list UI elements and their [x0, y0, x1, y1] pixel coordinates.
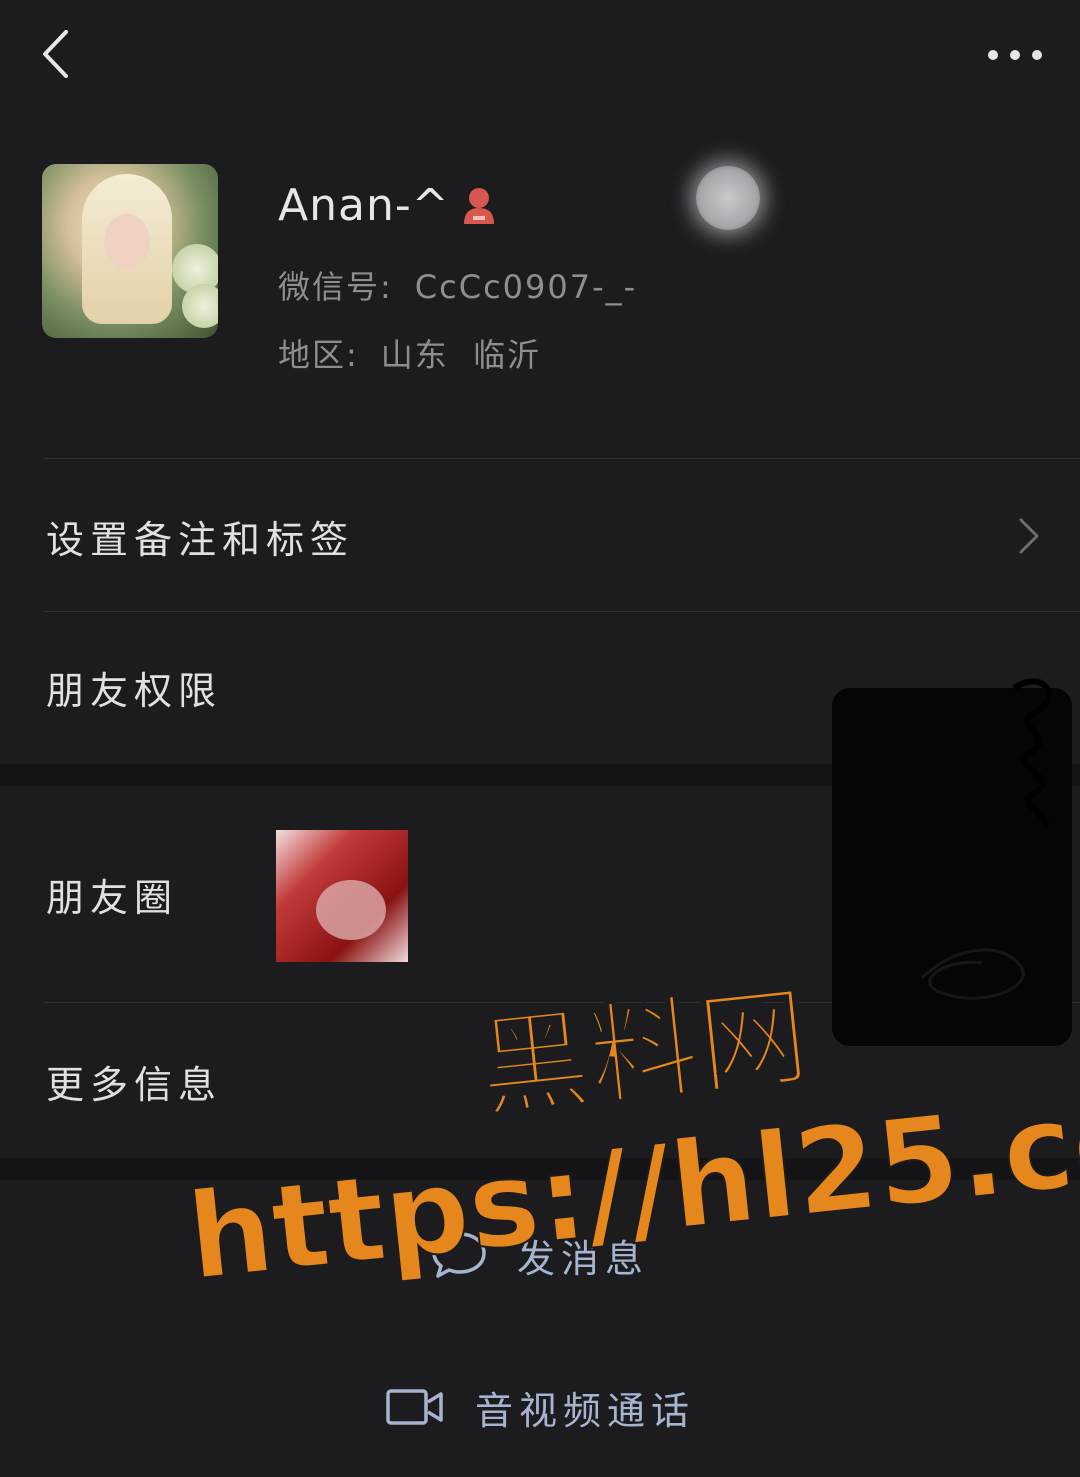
section-gap	[0, 1158, 1080, 1180]
scribble-mark	[1012, 678, 1052, 828]
status-indicator	[696, 166, 760, 230]
region-row: 地区: 山东 临沂	[278, 330, 541, 376]
top-bar	[0, 0, 1080, 110]
female-user-icon	[460, 183, 498, 227]
send-message-button[interactable]: 发消息	[0, 1200, 1080, 1310]
profile-header: Anan-^ 微信号: CcCc0907-_- 地区: 山东 临沂	[0, 150, 1080, 450]
chat-bubble-icon	[432, 1232, 486, 1278]
remark-and-tags-row[interactable]: 设置备注和标签	[0, 462, 1080, 610]
video-camera-icon	[386, 1389, 443, 1425]
remark-label: 设置备注和标签	[46, 517, 355, 562]
chevron-right-icon	[1014, 516, 1044, 556]
video-call-button[interactable]: 音视频通话	[0, 1352, 1080, 1462]
more-horizontal-icon	[988, 50, 1042, 60]
wechat-id-row: 微信号: CcCc0907-_-	[278, 262, 637, 308]
send-message-label: 发消息	[516, 1236, 649, 1281]
more-info-label: 更多信息	[46, 1062, 223, 1107]
more-button[interactable]	[980, 30, 1050, 80]
region-value: 山东 临沂	[380, 336, 542, 374]
divider	[44, 458, 1080, 459]
moments-thumbnail	[276, 830, 408, 962]
moments-label: 朋友圈	[46, 875, 179, 920]
region-label: 地区:	[278, 336, 359, 374]
back-button[interactable]	[30, 24, 80, 84]
video-call-label: 音视频通话	[474, 1388, 695, 1433]
permissions-label: 朋友权限	[46, 668, 223, 713]
profile-name: Anan-^	[278, 179, 450, 231]
chevron-left-icon	[43, 30, 68, 78]
wechat-id-label: 微信号:	[278, 268, 393, 306]
name-row: Anan-^	[278, 179, 498, 231]
avatar[interactable]	[42, 164, 218, 338]
wechat-id-value: CcCc0907-_-	[414, 268, 638, 306]
